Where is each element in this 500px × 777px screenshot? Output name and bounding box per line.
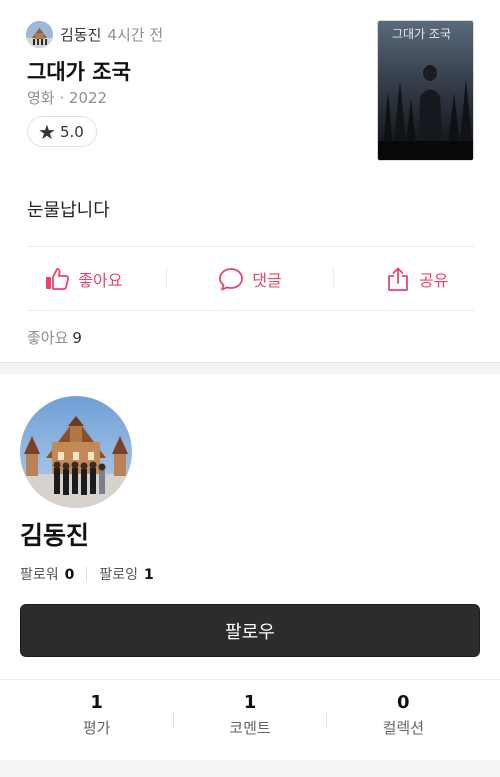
following-count: 1 [144,567,154,583]
comment-button[interactable]: 댓글 [167,248,334,310]
stat-comments[interactable]: 1 코멘트 [173,692,326,738]
section-separator [0,362,500,374]
stat-value: 0 [397,692,410,713]
profile-avatar[interactable] [20,396,132,508]
profile-name: 김동진 [20,521,90,550]
divider [173,712,174,728]
share-button[interactable]: 공유 [333,248,500,310]
rating-value: 5.0 [59,122,84,141]
content-title[interactable]: 그대가 조국 [27,56,131,86]
following-link[interactable]: 팔로잉 1 [99,564,153,584]
divider [166,268,167,288]
follow-counts: 팔로워 0 팔로잉 1 [20,564,154,584]
divider [326,712,327,728]
author-row[interactable]: 김동진 4시간 전 [26,20,163,48]
following-label: 팔로잉 [99,567,139,583]
author-name[interactable]: 김동진 [60,24,101,45]
follow-button[interactable]: 팔로우 [20,604,480,657]
followers-count: 0 [64,567,75,583]
content-meta: 영화 · 2022 [27,89,108,107]
divider [27,310,474,311]
like-count[interactable]: 좋아요 9 [27,327,82,348]
section-separator [0,760,500,777]
like-count-label: 좋아요 [27,329,69,347]
stat-label: 컬렉션 [382,719,425,737]
comment-label: 댓글 [252,271,282,290]
stat-label: 코멘트 [229,719,271,737]
movie-poster[interactable]: 그대가 조국 [377,20,474,161]
rating-badge: ★ 5.0 [27,116,97,147]
divider [0,679,500,680]
followers-link[interactable]: 팔로워 0 [20,564,74,584]
review-card: 김동진 4시간 전 그대가 조국 영화 · 2022 ★ 5.0 그대가 조국 … [0,0,500,362]
divider [27,246,474,247]
divider [333,268,334,288]
divider [86,567,88,581]
profile-section: 김동진 팔로워 0 팔로잉 1 팔로우 1 평가 1 코멘트 0 컬렉션 [0,374,500,777]
stat-collections[interactable]: 0 컬렉션 [327,692,480,738]
stat-ratings[interactable]: 1 평가 [20,692,173,738]
review-body[interactable]: 눈물납니다 [27,196,110,222]
stat-value: 1 [243,692,257,713]
speech-bubble-icon [219,268,244,291]
avatar[interactable] [26,20,53,48]
profile-stats: 1 평가 1 코멘트 0 컬렉션 [20,692,480,738]
share-icon [388,267,408,291]
like-count-value: 9 [72,329,82,347]
followers-label: 팔로워 [20,567,59,583]
stat-label: 평가 [82,719,111,737]
action-bar: 좋아요 댓글 공유 [0,248,500,310]
post-time: 4시간 전 [107,25,164,44]
star-icon: ★ [38,119,56,144]
like-button[interactable]: 좋아요 [0,248,167,310]
like-label: 좋아요 [78,271,123,290]
thumbs-up-icon [46,268,70,290]
stat-value: 1 [90,692,103,713]
poster-title: 그대가 조국 [392,27,452,41]
share-label: 공유 [418,271,449,290]
